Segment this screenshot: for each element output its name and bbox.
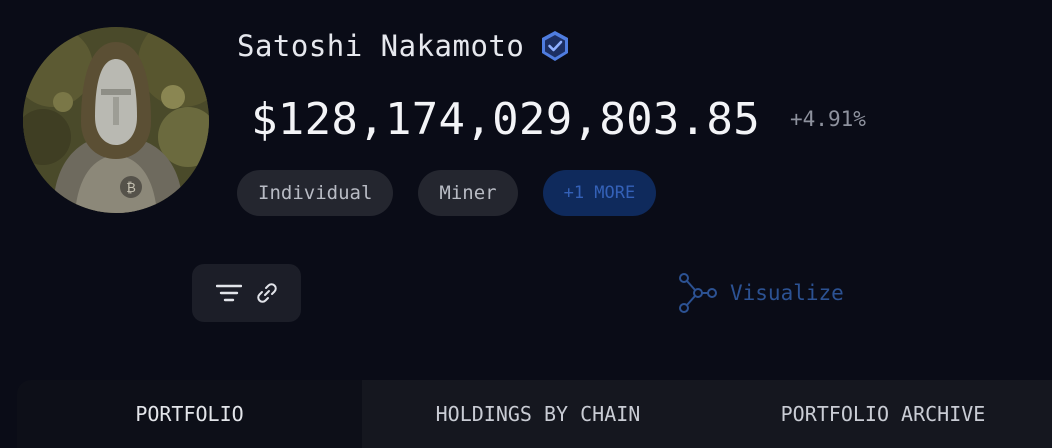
portfolio-value-row: $128,174,029,803.85 +4.91% <box>251 88 866 150</box>
value-change: +4.91% <box>790 107 866 131</box>
verified-shield-icon <box>542 31 569 61</box>
tab-portfolio-archive[interactable]: PORTFOLIO ARCHIVE <box>714 380 1052 448</box>
link-icon[interactable] <box>256 282 278 304</box>
portfolio-tabs: PORTFOLIO HOLDINGS BY CHAIN PORTFOLIO AR… <box>17 380 1052 448</box>
avatar: ₿ <box>23 27 209 213</box>
more-tags-button[interactable]: +1 MORE <box>542 170 657 216</box>
tag-miner[interactable]: Miner <box>418 170 518 216</box>
total-value: $128,174,029,803.85 <box>251 93 761 145</box>
toolbar <box>192 264 301 322</box>
graph-nodes-icon <box>679 273 717 313</box>
profile-page: ₿ Satoshi Nakamoto $128,174,029,803.85 +… <box>0 0 1052 448</box>
svg-text:₿: ₿ <box>126 181 136 196</box>
statue-portrait-image: ₿ <box>23 27 209 213</box>
tag-list: Individual Miner +1 MORE <box>237 170 657 216</box>
profile-header: Satoshi Nakamoto <box>237 26 572 66</box>
filter-icon[interactable] <box>215 283 242 303</box>
tab-portfolio[interactable]: PORTFOLIO <box>17 380 362 448</box>
tab-holdings-by-chain[interactable]: HOLDINGS BY CHAIN <box>362 380 714 448</box>
visualize-button[interactable]: Visualize <box>676 270 844 316</box>
profile-name: Satoshi Nakamoto <box>237 29 525 63</box>
visualize-label: Visualize <box>730 281 844 305</box>
tag-individual[interactable]: Individual <box>237 170 394 216</box>
